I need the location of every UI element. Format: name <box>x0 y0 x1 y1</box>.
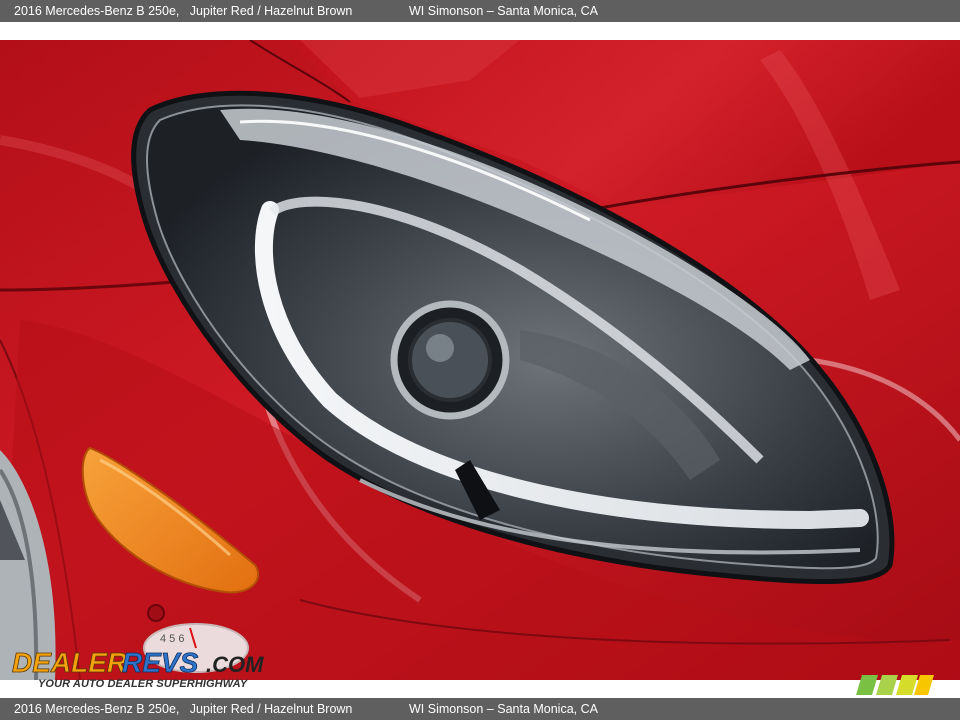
watermark-tagline: YOUR AUTO DEALER SUPERHIGHWAY <box>38 678 248 690</box>
svg-text:REVS: REVS <box>122 647 199 678</box>
svg-text:.COM: .COM <box>206 652 264 677</box>
dealerrevs-logo: 4 5 6 DEALER REVS .COM <box>12 623 264 678</box>
bottom-caption-bar: 2016 Mercedes-Benz B 250e, Jupiter Red /… <box>0 698 960 720</box>
vehicle-photo <box>0 40 960 680</box>
svg-text:DEALER: DEALER <box>12 647 128 678</box>
svg-text:4 5 6: 4 5 6 <box>160 633 184 645</box>
top-caption-bar: 2016 Mercedes-Benz B 250e, Jupiter Red /… <box>0 0 960 22</box>
dealer-caption: WI Simonson – Santa Monica, CA <box>409 4 598 18</box>
dealer-stripe-logo <box>856 675 934 695</box>
dealer-caption: WI Simonson – Santa Monica, CA <box>409 702 598 716</box>
vehicle-caption: 2016 Mercedes-Benz B 250e, Jupiter Red /… <box>14 702 353 716</box>
vehicle-caption: 2016 Mercedes-Benz B 250e, Jupiter Red /… <box>14 4 353 18</box>
